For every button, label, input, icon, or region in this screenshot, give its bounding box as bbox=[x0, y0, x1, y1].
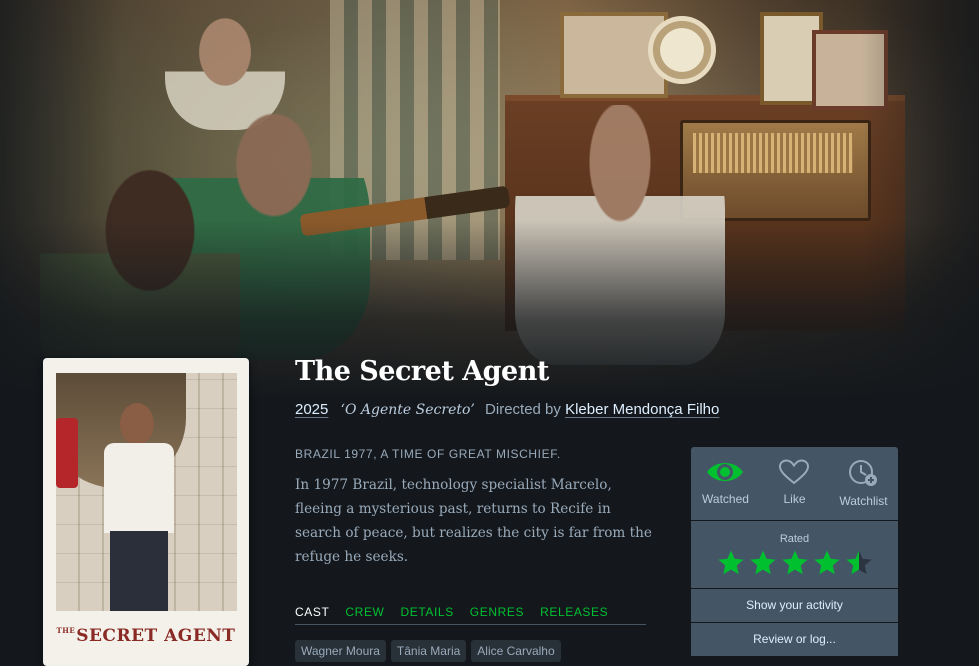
rated-label: Rated bbox=[779, 533, 810, 545]
cast-list: Wagner Moura Tânia Maria Alice Carvalho bbox=[295, 640, 561, 662]
watched-button[interactable]: Watched bbox=[691, 447, 759, 520]
film-poster[interactable]: THESECRET AGENT bbox=[43, 358, 249, 666]
backdrop-fade bbox=[0, 0, 979, 400]
clock-plus-icon bbox=[849, 460, 878, 486]
action-row: Watched Like Watchlist bbox=[691, 447, 898, 520]
star-icon[interactable] bbox=[748, 548, 778, 578]
cast-member-link[interactable]: Wagner Moura bbox=[295, 640, 386, 662]
film-title: The Secret Agent bbox=[295, 356, 549, 387]
cast-member-link[interactable]: Tânia Maria bbox=[390, 640, 467, 662]
film-meta: 2025 ‘O Agente Secreto’ Directed by Kleb… bbox=[295, 401, 719, 418]
watchlist-button[interactable]: Watchlist bbox=[829, 447, 897, 520]
rating-section: Rated bbox=[691, 521, 898, 588]
tab-cast[interactable]: CAST bbox=[295, 605, 329, 619]
poster-title: THESECRET AGENT bbox=[56, 626, 236, 646]
tab-details[interactable]: DETAILS bbox=[400, 605, 453, 619]
cast-member-link[interactable]: Alice Carvalho bbox=[471, 640, 561, 662]
watched-label: Watched bbox=[702, 492, 749, 506]
like-label: Like bbox=[783, 492, 806, 506]
synopsis: In 1977 Brazil, technology specialist Ma… bbox=[295, 477, 652, 565]
watchlist-label: Watchlist bbox=[839, 494, 888, 508]
director-link[interactable]: Kleber Mendonça Filho bbox=[565, 401, 719, 418]
release-year-link[interactable]: 2025 bbox=[295, 401, 328, 418]
half-star-icon[interactable] bbox=[844, 548, 874, 578]
review-or-log-button[interactable]: Review or log... bbox=[691, 623, 898, 656]
poster-figure bbox=[98, 403, 178, 611]
tagline: BRAZIL 1977, A TIME OF GREAT MISCHIEF. bbox=[295, 447, 561, 461]
star-icon[interactable] bbox=[780, 548, 810, 578]
like-button[interactable]: Like bbox=[760, 447, 828, 520]
backdrop-image bbox=[0, 0, 979, 400]
phone-illustration bbox=[56, 418, 78, 488]
star-icon[interactable] bbox=[812, 548, 842, 578]
eye-icon bbox=[707, 463, 744, 481]
star-rating[interactable] bbox=[691, 548, 898, 578]
show-activity-button[interactable]: Show your activity bbox=[691, 589, 898, 622]
tab-releases[interactable]: RELEASES bbox=[540, 605, 608, 619]
original-title: ‘O Agente Secreto’ bbox=[340, 402, 475, 418]
poster-art bbox=[56, 373, 237, 611]
actions-panel: Watched Like Watchlist Rated Show your a… bbox=[691, 447, 898, 657]
tab-crew[interactable]: CREW bbox=[345, 605, 384, 619]
star-icon[interactable] bbox=[716, 548, 746, 578]
heart-icon bbox=[779, 459, 810, 485]
info-tabs: CAST CREW DETAILS GENRES RELEASES bbox=[295, 605, 646, 625]
directed-by-label: Directed by bbox=[485, 401, 561, 418]
tab-genres[interactable]: GENRES bbox=[470, 605, 524, 619]
